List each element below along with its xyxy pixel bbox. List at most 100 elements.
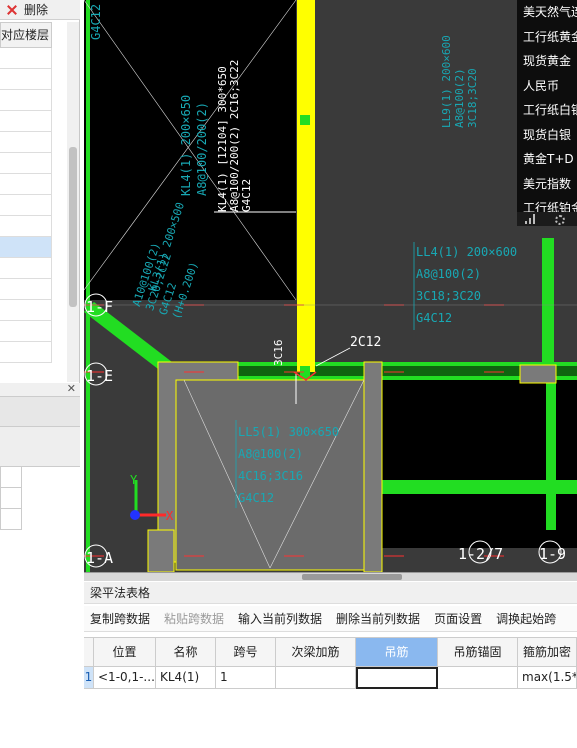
label-ll4-stirrup: A8@100(2) bbox=[416, 267, 481, 281]
label-g4c12-top: G4C12 bbox=[89, 4, 103, 40]
list-item[interactable] bbox=[0, 342, 52, 363]
axis-label-1a: 1-A bbox=[86, 549, 113, 567]
list-item[interactable] bbox=[0, 174, 52, 195]
label-kl4-upper: KL4(1) 200×650 bbox=[179, 95, 193, 196]
panel-titlebar: ✕ bbox=[0, 382, 80, 397]
list-item-selected[interactable] bbox=[0, 237, 52, 258]
ticker-item[interactable]: 人民币 bbox=[517, 74, 577, 99]
delete-button[interactable]: 删除 bbox=[24, 1, 48, 18]
list-item[interactable] bbox=[0, 279, 52, 300]
list-item[interactable] bbox=[0, 90, 52, 111]
label-3c16: 3C16 bbox=[272, 340, 285, 367]
beam-right-lower[interactable] bbox=[546, 380, 556, 530]
floor-column-header[interactable]: 对应楼层 bbox=[0, 22, 52, 48]
grid-cell[interactable] bbox=[0, 467, 22, 488]
property-grid bbox=[0, 467, 22, 530]
beam-lower[interactable] bbox=[382, 480, 577, 494]
axis-label-127: 1-2/7 bbox=[458, 545, 503, 563]
beam-table-panel: 梁平法表格 复制跨数据 粘贴跨数据 输入当前列数据 删除当前列数据 页面设置 调… bbox=[84, 572, 577, 748]
list-item[interactable] bbox=[0, 321, 52, 342]
beam-grip[interactable] bbox=[300, 366, 310, 376]
cell-position[interactable]: <1-0,1-... bbox=[94, 667, 156, 689]
list-item[interactable] bbox=[0, 48, 52, 69]
beam-kl4-selected[interactable] bbox=[297, 0, 315, 372]
cell-name[interactable]: KL4(1) bbox=[156, 667, 216, 689]
cell-stirrup-dense[interactable]: max(1.5*h bbox=[518, 667, 577, 689]
ticker-item[interactable]: 工行纸白银 bbox=[517, 98, 577, 123]
ticker-item[interactable]: 工行纸黄金 bbox=[517, 25, 577, 50]
signal-icon bbox=[525, 214, 535, 224]
delete-column-data-button[interactable]: 删除当前列数据 bbox=[336, 610, 420, 627]
wall-right[interactable] bbox=[363, 361, 383, 572]
scrollbar-thumb[interactable] bbox=[69, 147, 77, 307]
paste-span-data-button[interactable]: 粘贴跨数据 bbox=[164, 610, 224, 627]
scrollbar-thumb[interactable] bbox=[302, 574, 402, 580]
list-item[interactable] bbox=[0, 69, 52, 90]
col-header-name[interactable]: 名称 bbox=[156, 637, 216, 667]
grid-cell[interactable] bbox=[0, 509, 22, 530]
col-header-span[interactable]: 跨号 bbox=[216, 637, 276, 667]
label-ll4-bars: 3C18;3C20 bbox=[416, 289, 481, 303]
list-item[interactable] bbox=[0, 216, 52, 237]
horizontal-scrollbar[interactable] bbox=[84, 573, 577, 581]
panel-title: 梁平法表格 bbox=[84, 582, 577, 604]
ticker-item[interactable]: 现货黄金 bbox=[517, 49, 577, 74]
axis-label-1f: 1-F bbox=[86, 298, 113, 316]
cell-hanger-anchor[interactable] bbox=[438, 667, 518, 689]
col-header-secondary-rebar[interactable]: 次梁加筋 bbox=[276, 637, 356, 667]
list-item[interactable] bbox=[0, 195, 52, 216]
ticker-item[interactable]: 美元指数 bbox=[517, 172, 577, 197]
ticker-item[interactable]: 黄金T+D bbox=[517, 147, 577, 172]
table-toolbar: 复制跨数据 粘贴跨数据 输入当前列数据 删除当前列数据 页面设置 调换起始跨 bbox=[84, 606, 577, 632]
delete-icon[interactable] bbox=[6, 4, 18, 16]
grid-cell[interactable] bbox=[0, 488, 22, 509]
axis-label-1e: 1-E bbox=[86, 367, 113, 385]
label-kl4-main-g: G4C12 bbox=[240, 179, 253, 212]
cad-drawing-canvas[interactable]: 1-F 1-E 1-A 1-2/7 1-9 KL4(1) 200×650 A8@… bbox=[84, 0, 577, 572]
label-ll5-bars: 4C16;3C16 bbox=[238, 469, 303, 483]
page-setup-button[interactable]: 页面设置 bbox=[434, 610, 482, 627]
ticker-item[interactable]: 美天然气连 bbox=[517, 0, 577, 25]
list-item[interactable] bbox=[0, 258, 52, 279]
label-right-vertical-3: 3C18;3C20 bbox=[466, 68, 479, 128]
label-ll5-stirrup: A8@100(2) bbox=[238, 447, 303, 461]
col-header-hanger-anchor[interactable]: 吊筋锚固 bbox=[438, 637, 518, 667]
cad-drawing[interactable]: 1-F 1-E 1-A 1-2/7 1-9 KL4(1) 200×650 A8@… bbox=[84, 0, 577, 572]
price-ticker-popup[interactable]: 美天然气连 工行纸黄金 现货黄金 人民币 工行纸白银 现货白银 黄金T+D 美元… bbox=[517, 0, 577, 226]
input-column-data-button[interactable]: 输入当前列数据 bbox=[238, 610, 322, 627]
row-index[interactable]: 1 bbox=[84, 667, 94, 689]
label-ll5-g: G4C12 bbox=[238, 491, 274, 505]
close-icon[interactable]: ✕ bbox=[67, 382, 76, 395]
properties-panel: ✕ bbox=[0, 382, 80, 748]
vertical-scrollbar[interactable] bbox=[67, 22, 79, 382]
row-index-header bbox=[84, 637, 94, 667]
beam-grip[interactable] bbox=[300, 115, 310, 125]
label-ll4-g: G4C12 bbox=[416, 311, 452, 325]
axis-label-19: 1-9 bbox=[539, 545, 566, 563]
col-header-hanger[interactable]: 吊筋 bbox=[356, 637, 438, 667]
list-item[interactable] bbox=[0, 111, 52, 132]
list-item[interactable] bbox=[0, 153, 52, 174]
gear-icon[interactable] bbox=[555, 215, 565, 225]
cell-span[interactable]: 1 bbox=[216, 667, 276, 689]
beam-table: 位置 名称 跨号 次梁加筋 吊筋 吊筋锚固 箍筋加密 1 <1-0,1-... … bbox=[84, 637, 577, 689]
beam-right-vertical[interactable] bbox=[542, 238, 554, 376]
list-item[interactable] bbox=[0, 132, 52, 153]
floor-list bbox=[0, 48, 52, 363]
panel-header bbox=[0, 427, 80, 467]
col-header-stirrup-dense[interactable]: 箍筋加密 bbox=[518, 637, 577, 667]
cell-hanger-editing[interactable] bbox=[356, 667, 438, 689]
table-row[interactable]: 1 <1-0,1-... KL4(1) 1 max(1.5*h bbox=[84, 667, 577, 689]
copy-span-data-button[interactable]: 复制跨数据 bbox=[90, 610, 150, 627]
cell-secondary-rebar[interactable] bbox=[276, 667, 356, 689]
swap-start-span-button[interactable]: 调换起始跨 bbox=[496, 610, 556, 627]
ticker-item[interactable]: 现货白银 bbox=[517, 123, 577, 148]
popup-footer bbox=[517, 212, 577, 226]
list-item[interactable] bbox=[0, 300, 52, 321]
table-header-row: 位置 名称 跨号 次梁加筋 吊筋 吊筋锚固 箍筋加密 bbox=[84, 637, 577, 667]
label-right-vertical: LL9(1) 200×600 bbox=[440, 35, 453, 128]
label-ll4: LL4(1) 200×600 bbox=[416, 245, 517, 259]
label-2c12: 2C12 bbox=[350, 335, 381, 350]
col-header-position[interactable]: 位置 bbox=[94, 637, 156, 667]
panel-tabs bbox=[0, 397, 80, 427]
